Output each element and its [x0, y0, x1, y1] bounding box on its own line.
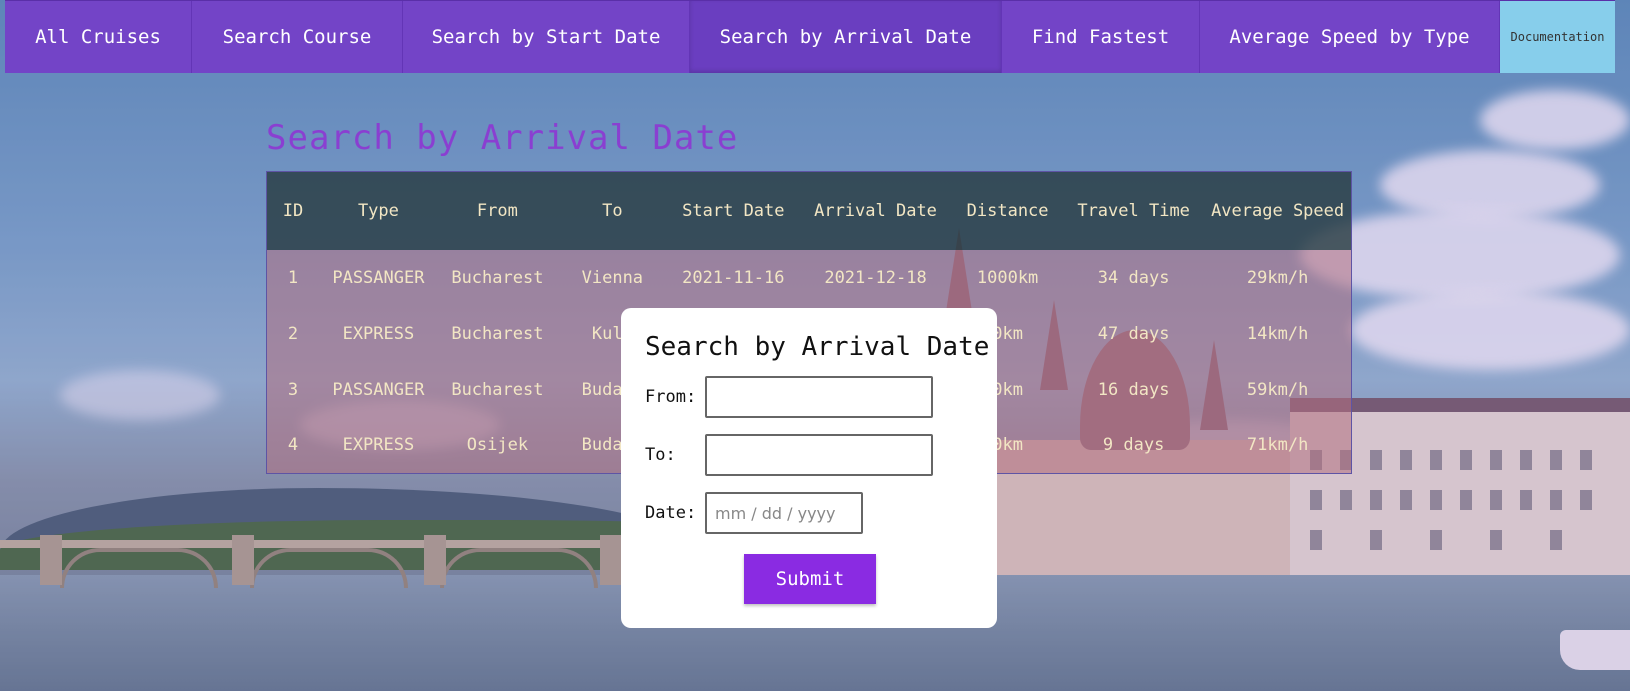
cell-average-speed: 59km/h	[1246, 379, 1309, 400]
submit-button[interactable]: Submit	[744, 554, 876, 604]
nav-search-course[interactable]: Search Course	[192, 1, 403, 73]
cell-distance: 1000km	[976, 267, 1039, 288]
modal-title: Search by Arrival Date	[645, 332, 990, 362]
cell-start-date: 2021-11-16	[682, 267, 785, 288]
cell-id: 1	[287, 267, 299, 288]
cell-average-speed: 29km/h	[1246, 267, 1309, 288]
to-row: To:	[645, 434, 997, 476]
table-header-row: ID Type From To Start Date Arrival Date …	[266, 171, 1352, 250]
nav-documentation[interactable]: Documentation	[1500, 1, 1615, 73]
from-row: From:	[645, 376, 997, 418]
date-input[interactable]: mm / dd / yyyy	[705, 492, 863, 534]
table-row: 1 PASSANGER Bucharest Vienna 2021-11-16 …	[266, 249, 1352, 306]
cell-from: Osijek	[466, 435, 529, 456]
col-header-from: From	[476, 200, 518, 221]
cell-average-speed: 71km/h	[1246, 435, 1309, 456]
from-input[interactable]	[705, 376, 933, 418]
cell-from: Bucharest	[451, 379, 544, 400]
col-header-type: Type	[357, 200, 399, 221]
nav-search-by-start-date[interactable]: Search by Start Date	[403, 1, 690, 73]
nav-average-speed-by-type[interactable]: Average Speed by Type	[1200, 1, 1500, 73]
col-header-travel-time: Travel Time	[1077, 200, 1190, 221]
cell-travel-time: 34 days	[1097, 267, 1170, 288]
date-row: Date: mm / dd / yyyy	[645, 492, 997, 534]
col-header-id: ID	[282, 200, 304, 221]
cell-average-speed: 14km/h	[1246, 323, 1309, 344]
cell-id: 2	[287, 323, 299, 344]
nav-all-cruises[interactable]: All Cruises	[5, 1, 192, 73]
date-placeholder: mm / dd / yyyy	[715, 503, 836, 523]
cell-arrival-date: 2021-12-18	[824, 267, 927, 288]
col-header-distance: Distance	[966, 200, 1049, 221]
cell-travel-time: 16 days	[1097, 379, 1170, 400]
cell-type: PASSANGER	[332, 267, 425, 288]
cell-type: EXPRESS	[342, 323, 415, 344]
col-header-to: To	[602, 200, 623, 221]
cell-travel-time: 9 days	[1102, 435, 1165, 456]
cell-from: Bucharest	[451, 267, 544, 288]
nav-find-fastest[interactable]: Find Fastest	[1002, 1, 1200, 73]
nav-search-by-arrival-date[interactable]: Search by Arrival Date	[690, 1, 1002, 73]
date-label: Date:	[645, 503, 697, 523]
cell-from: Bucharest	[451, 323, 544, 344]
cell-to: Vienna	[581, 267, 644, 288]
to-input[interactable]	[705, 434, 933, 476]
from-label: From:	[645, 387, 697, 407]
page-title: Search by Arrival Date	[266, 118, 739, 158]
col-header-start-date: Start Date	[682, 200, 785, 221]
search-arrival-date-modal: Search by Arrival Date From: To: Date: m…	[621, 308, 997, 628]
main-navbar: All Cruises Search Course Search by Star…	[5, 0, 1615, 73]
cell-travel-time: 47 days	[1097, 323, 1170, 344]
col-header-arrival-date: Arrival Date	[814, 200, 937, 221]
cell-type: PASSANGER	[332, 379, 425, 400]
cell-id: 4	[287, 435, 299, 456]
to-label: To:	[645, 445, 676, 465]
col-header-average-speed: Average Speed	[1211, 200, 1345, 221]
cell-id: 3	[287, 379, 299, 400]
cell-type: EXPRESS	[342, 435, 415, 456]
